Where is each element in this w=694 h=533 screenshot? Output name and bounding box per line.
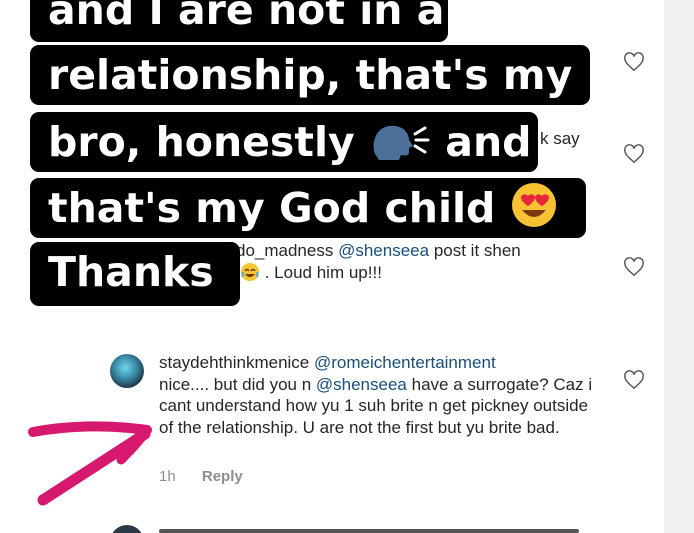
- comment-fragment-say: k say: [540, 129, 580, 148]
- comment-username[interactable]: staydehthinkmenice: [159, 353, 309, 372]
- comment-mention-1[interactable]: @romeichentertainment: [314, 353, 496, 372]
- comment-2-username[interactable]: do_madness: [236, 241, 333, 260]
- reply-button[interactable]: Reply: [202, 468, 243, 485]
- caption-line-5: Thanks: [30, 242, 240, 306]
- right-edge-shade: [664, 0, 694, 533]
- face-with-tears-of-joy-emoji: [241, 263, 259, 281]
- heart-outline-icon[interactable]: [623, 257, 645, 277]
- pink-arrow: [28, 421, 152, 506]
- caption-line-1: and I are not in a: [30, 0, 448, 42]
- comment-2-text-b: . Loud him up!!!: [264, 263, 382, 282]
- comment-mention-2[interactable]: @shenseea: [316, 375, 407, 394]
- caption-line-2: relationship, that's my: [30, 45, 590, 105]
- comment-2-text-a: post it shen: [433, 241, 521, 260]
- comments-screenshot: k say do_madness @shenseea post it shen …: [0, 0, 694, 533]
- next-comment-text: [159, 523, 579, 533]
- comment-text-1: nice.... but did you n: [159, 374, 312, 394]
- comment-2-line-2: . Loud him up!!!: [240, 262, 382, 283]
- heart-eyes-emoji: [511, 183, 556, 227]
- caption-line-3: bro, honestly and: [30, 112, 538, 172]
- heart-outline-icon[interactable]: [623, 144, 645, 164]
- caption-line-4: that's my God child: [30, 178, 586, 238]
- caption-line-3-text: bro, honestly: [48, 118, 355, 166]
- speaking-head-emoji: [373, 125, 430, 160]
- comment-2-line-1: do_madness @shenseea post it shen: [236, 240, 521, 261]
- heart-outline-icon[interactable]: [623, 370, 645, 390]
- heart-outline-icon[interactable]: [623, 52, 645, 72]
- next-comment-avatar[interactable]: [110, 525, 144, 533]
- caption-line-4-text: that's my God child: [48, 184, 496, 232]
- caption-line-3-and: and: [445, 118, 532, 166]
- comment-2-mention[interactable]: @shenseea: [338, 241, 429, 260]
- comment-text: staydehthinkmenice @romeichentertainment…: [159, 352, 599, 438]
- comment-meta: 1h Reply: [159, 468, 265, 485]
- avatar[interactable]: [110, 354, 144, 388]
